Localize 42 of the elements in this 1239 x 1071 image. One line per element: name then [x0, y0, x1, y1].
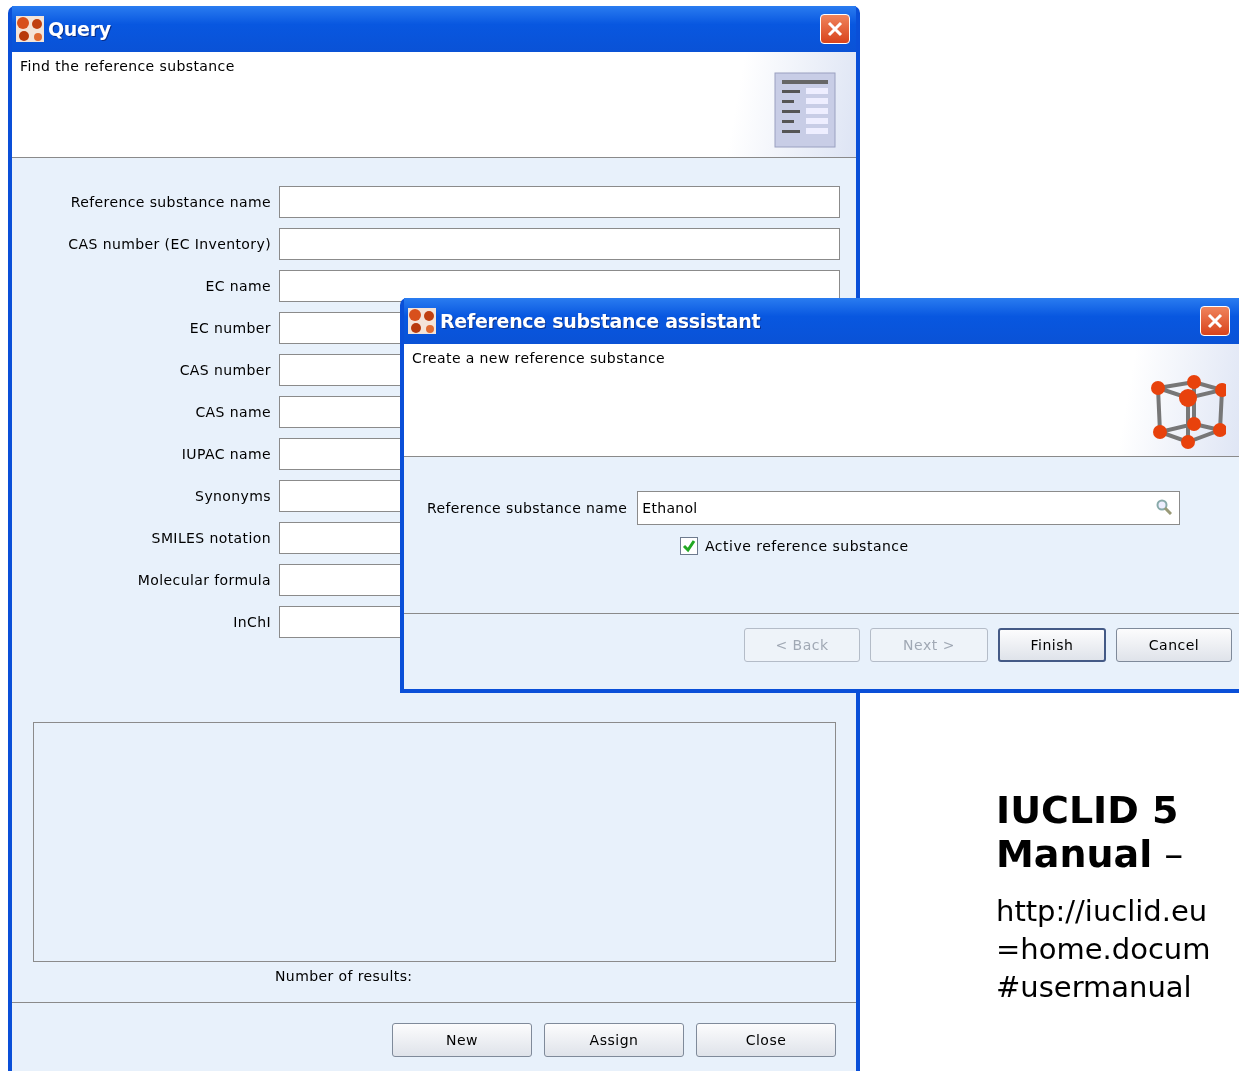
document-heading: Manual –: [996, 832, 1185, 876]
close-button[interactable]: [1200, 306, 1230, 336]
close-button[interactable]: [820, 14, 850, 44]
close-icon: [826, 20, 844, 38]
document-link[interactable]: =home.docum: [996, 930, 1211, 968]
form-icon: [774, 72, 836, 148]
header-text: Create a new reference substance: [412, 350, 666, 368]
close-icon: [1206, 312, 1224, 330]
search-field[interactable]: Ethanol: [637, 491, 1181, 525]
checkbox[interactable]: [680, 537, 698, 555]
checkbox-label: Active reference substance: [705, 538, 909, 554]
app-icon: [408, 308, 436, 334]
search-icon: [1156, 499, 1173, 515]
field-label: InChI: [232, 614, 271, 630]
close-button[interactable]: Close: [696, 1023, 836, 1057]
molecule-icon: [1150, 374, 1226, 450]
finish-button[interactable]: Finish: [998, 628, 1106, 662]
field-label: Synonyms: [194, 488, 271, 504]
field-label: Reference substance name: [69, 194, 271, 210]
field-label: SMILES notation: [150, 530, 271, 546]
field-label: Molecular formula: [136, 572, 271, 588]
field-label: IUPAC name: [180, 446, 271, 462]
field-label: CAS name: [194, 404, 271, 420]
field-label: EC name: [204, 278, 271, 294]
field-label: CAS number (EC Inventory): [67, 236, 271, 252]
input-field[interactable]: [279, 186, 840, 218]
field-label: EC number: [188, 320, 271, 336]
input-field[interactable]: [279, 228, 840, 260]
field-label: Reference substance name: [427, 500, 628, 516]
field-label: CAS number: [178, 362, 271, 378]
window-title: Reference substance assistant: [440, 310, 762, 332]
assign-button[interactable]: Assign: [544, 1023, 684, 1057]
window-title: Query: [48, 18, 112, 40]
cancel-button[interactable]: Cancel: [1116, 628, 1232, 662]
header-text: Find the reference substance: [20, 58, 235, 76]
document-link[interactable]: http://iuclid.eu: [996, 892, 1211, 930]
document-link[interactable]: #usermanual: [996, 968, 1211, 1006]
document-heading: IUCLID 5: [996, 788, 1180, 832]
results-count: Number of results:: [275, 968, 413, 984]
input-field[interactable]: [279, 270, 840, 302]
app-icon: [16, 16, 44, 42]
new-button[interactable]: New: [392, 1023, 532, 1057]
